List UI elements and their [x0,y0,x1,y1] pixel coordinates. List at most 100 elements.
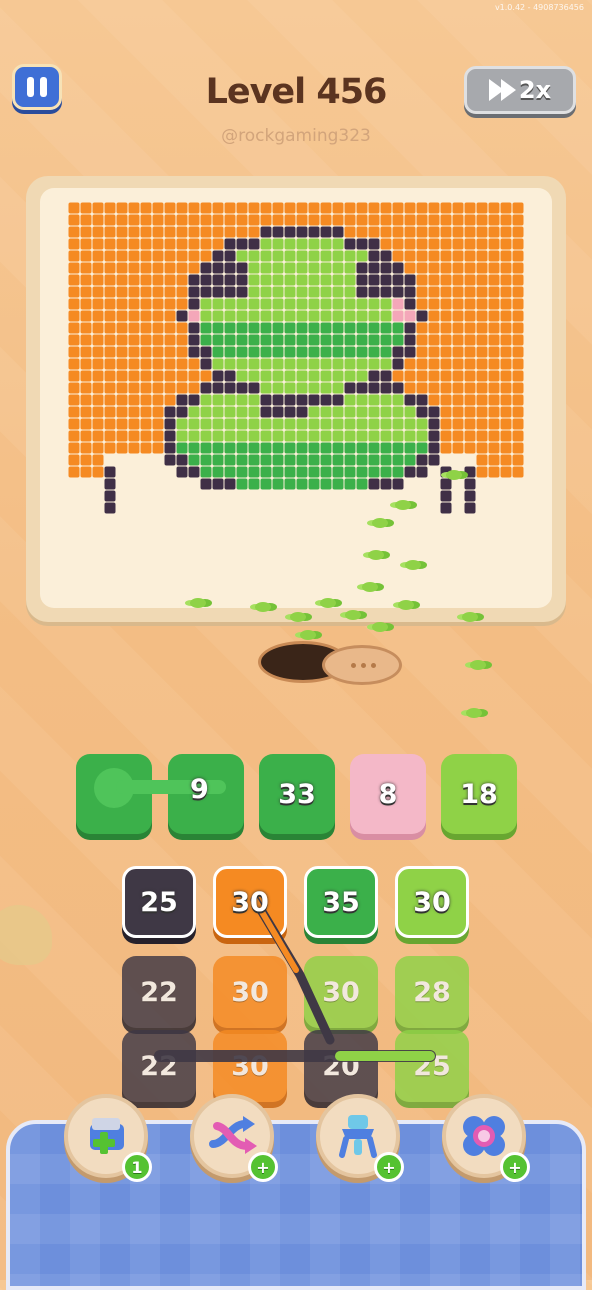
pixel [92,370,104,382]
pixel [404,262,416,274]
pixel [260,226,272,238]
pixel [188,202,200,214]
pixel [140,406,152,418]
pixel [128,346,140,358]
pixel [296,334,308,346]
pixel [380,478,392,490]
pixel [140,358,152,370]
pixel [296,418,308,430]
pixel [188,310,200,322]
pixel [116,406,128,418]
pixel [164,358,176,370]
pixel [320,370,332,382]
tile[interactable]: 35 [304,866,378,938]
pixel [104,358,116,370]
speed-toggle-button[interactable]: 2x [464,66,576,114]
pixel [428,274,440,286]
pixel [212,430,224,442]
pixel [512,442,524,454]
pixel [188,442,200,454]
pixel [344,442,356,454]
ant [462,612,478,622]
pixel [416,406,428,418]
pixel [308,274,320,286]
pixel [116,262,128,274]
pixel [464,466,476,478]
pixel [320,286,332,298]
pixel [428,406,440,418]
pixel [368,298,380,310]
pixel [488,274,500,286]
pixel [164,334,176,346]
pixel [320,250,332,262]
conveyor-slot[interactable]: 9 [76,754,244,834]
pixel [68,406,80,418]
pixel [68,370,80,382]
booster-shuffle[interactable]: + [190,1094,278,1182]
pixel [404,430,416,442]
pixel [476,322,488,334]
speed-label: 2x [518,76,552,104]
pixel [452,370,464,382]
pixel [212,334,224,346]
pixel [104,310,116,322]
pixel [116,358,128,370]
pixel [128,322,140,334]
booster-magnet[interactable]: + [316,1094,404,1182]
pixel [380,466,392,478]
pixel [260,442,272,454]
booster-color-swap[interactable]: + [442,1094,530,1182]
pixel [128,418,140,430]
pixel [104,502,116,514]
conveyor-slot[interactable]: 18 [441,754,517,834]
pixel [320,430,332,442]
pixel [320,478,332,490]
pixel [488,202,500,214]
pixel [512,298,524,310]
pixel [128,430,140,442]
pixel [488,238,500,250]
pixel [320,202,332,214]
pixel [356,406,368,418]
pixel [428,226,440,238]
pixel [368,394,380,406]
pixel [452,334,464,346]
pixel [488,250,500,262]
pixel [476,442,488,454]
pixel [272,430,284,442]
pixel [272,406,284,418]
pixel [236,358,248,370]
pixel [92,454,104,466]
pixel [428,382,440,394]
pixel [272,382,284,394]
pixel [176,466,188,478]
pixel [128,298,140,310]
tile[interactable]: 30 [213,866,287,938]
tile[interactable]: 25 [122,866,196,938]
pixel [188,274,200,286]
pixel [200,322,212,334]
pixel [128,334,140,346]
conveyor-slot[interactable]: 8 [350,754,426,834]
tile[interactable]: 30 [395,866,469,938]
pixel [500,358,512,370]
pixel [92,406,104,418]
pixel [368,250,380,262]
tile-count: 30 [322,976,360,1008]
pixel [488,262,500,274]
pixel [284,214,296,226]
pixel [512,334,524,346]
conveyor-slot[interactable]: 33 [259,754,335,834]
booster-add-box[interactable]: 1 [64,1094,152,1182]
pixel [68,346,80,358]
pixel [236,430,248,442]
pixel [476,238,488,250]
pixel [236,370,248,382]
pixel [260,334,272,346]
pixel [224,430,236,442]
pixel [440,430,452,442]
pixel [440,226,452,238]
pixel [284,274,296,286]
pixel [476,370,488,382]
pixel [500,262,512,274]
